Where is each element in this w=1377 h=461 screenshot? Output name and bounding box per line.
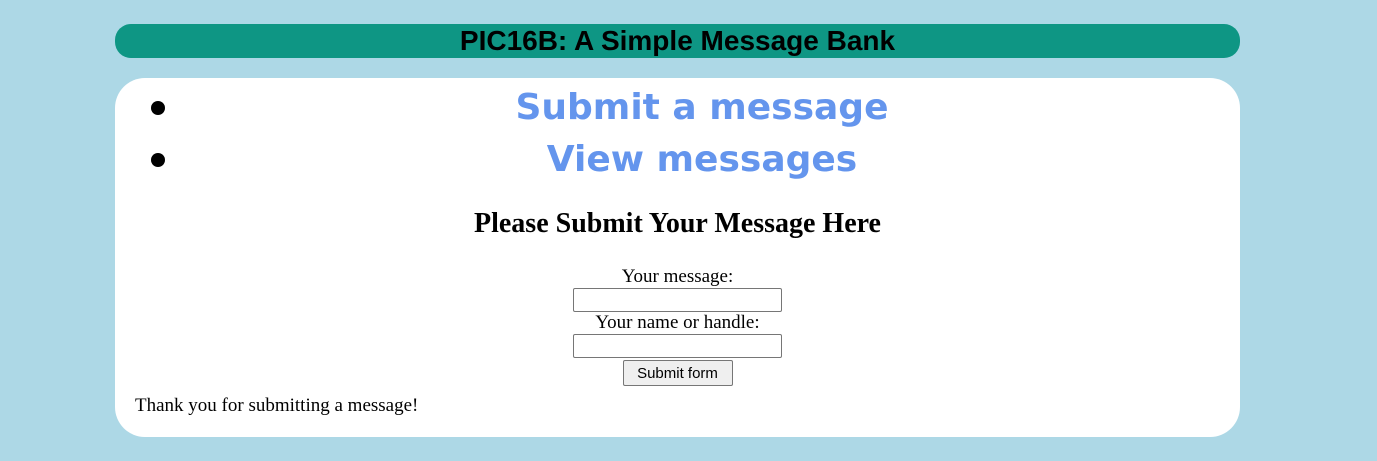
nav-item-submit: Submit a message xyxy=(115,82,1240,134)
view-messages-link[interactable]: View messages xyxy=(462,134,942,186)
thank-you-message: Thank you for submitting a message! xyxy=(135,395,419,416)
nav-item-view: View messages xyxy=(115,134,1240,186)
list-bullet xyxy=(151,101,165,115)
page-title: PIC16B: A Simple Message Bank xyxy=(459,25,896,56)
name-input[interactable] xyxy=(573,334,782,358)
list-bullet xyxy=(151,153,165,167)
message-form: Your message: Your name or handle: Submi… xyxy=(115,266,1240,386)
submit-message-link[interactable]: Submit a message xyxy=(462,82,942,134)
message-label: Your message: xyxy=(621,266,734,287)
form-title: Please Submit Your Message Here xyxy=(474,208,881,239)
submit-form-button[interactable]: Submit form xyxy=(622,360,733,386)
page-header: PIC16B: A Simple Message Bank xyxy=(115,24,1240,58)
name-label: Your name or handle: xyxy=(595,312,760,333)
message-input[interactable] xyxy=(573,288,782,312)
main-panel: Submit a message View messages Please Su… xyxy=(115,78,1240,437)
